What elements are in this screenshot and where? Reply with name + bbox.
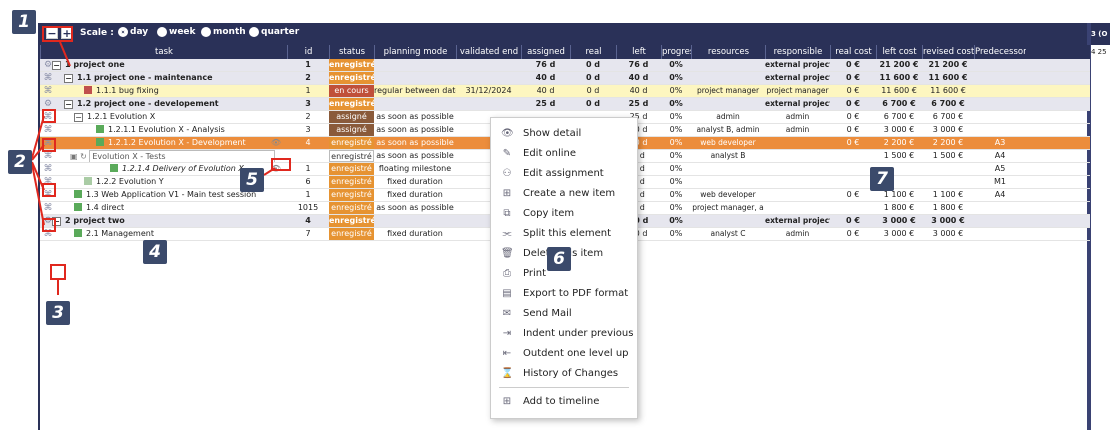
annotation-badge-3: 3 [46, 301, 70, 325]
annotation-badge-6: 6 [547, 247, 571, 271]
annotation-arrows [31, 41, 276, 295]
annotation-badge-7: 7 [870, 167, 894, 191]
annotation-badge-4: 4 [143, 240, 167, 264]
annotation-badge-5: 5 [240, 168, 264, 192]
annotation-badge-2: 2 [8, 150, 32, 174]
annotation-badge-1: 1 [12, 10, 36, 34]
